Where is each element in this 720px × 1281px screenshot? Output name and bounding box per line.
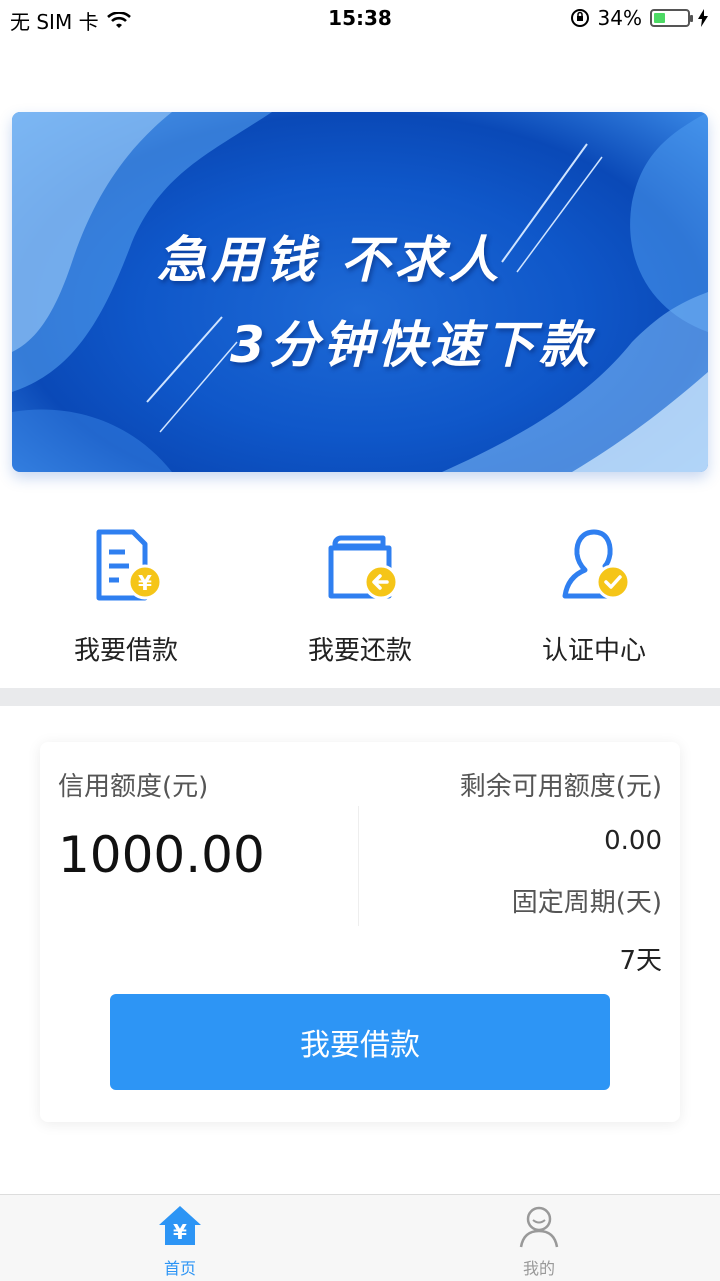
banner-subheadline: 3分钟快速下款	[230, 316, 593, 374]
quick-item-verify[interactable]: 认证中心	[474, 520, 714, 667]
rotation-lock-icon	[570, 9, 589, 27]
credit-limit-label: 信用额度(元)	[58, 772, 209, 802]
credit-limit-value: 1000.00	[58, 826, 265, 884]
verified-user-icon	[549, 520, 639, 610]
quick-menu: ¥ 我要借款 我要还款 认证中心	[0, 520, 720, 680]
status-right: 34%	[570, 6, 708, 30]
quick-item-label: 我要借款	[73, 636, 178, 666]
tab-mine-label: 我的	[522, 1259, 555, 1278]
remaining-limit-label: 剩余可用额度(元)	[459, 772, 662, 802]
fixed-period-label: 固定周期(天)	[511, 888, 662, 918]
tab-mine[interactable]: 我的	[479, 1203, 599, 1279]
quick-item-borrow[interactable]: ¥ 我要借款	[6, 520, 246, 667]
remaining-limit-value: 0.00	[604, 826, 662, 856]
vertical-divider	[358, 806, 359, 926]
charging-icon	[698, 9, 708, 27]
tab-bar: ¥ 首页 我的	[0, 1194, 720, 1281]
battery-icon	[650, 9, 693, 27]
repay-wallet-icon	[315, 520, 405, 610]
tab-home-label: 首页	[163, 1259, 196, 1278]
quick-item-label: 我要还款	[307, 636, 412, 666]
section-divider	[0, 688, 720, 706]
banner-headline: 急用钱 不求人	[157, 231, 503, 289]
user-icon	[516, 1203, 562, 1249]
quick-item-label: 认证中心	[541, 636, 646, 666]
fixed-period-value: 7天	[619, 946, 662, 976]
banner-background	[12, 112, 708, 472]
promo-banner[interactable]: 急用钱 不求人 3分钟快速下款	[12, 112, 708, 472]
tab-home[interactable]: ¥ 首页	[120, 1203, 240, 1279]
quick-item-repay[interactable]: 我要还款	[240, 520, 480, 667]
home-yen-icon: ¥	[157, 1203, 203, 1249]
svg-text:¥: ¥	[138, 571, 152, 595]
borrow-button[interactable]: 我要借款	[110, 994, 610, 1090]
battery-percent: 34%	[597, 6, 642, 30]
loan-document-icon: ¥	[81, 520, 171, 610]
battery-fill	[654, 13, 665, 23]
svg-text:¥: ¥	[173, 1220, 187, 1244]
credit-card-panel: 信用额度(元) 1000.00 剩余可用额度(元) 0.00 固定周期(天) 7…	[40, 742, 680, 1122]
status-bar: 无 SIM 卡 15:38 34%	[0, 0, 720, 40]
